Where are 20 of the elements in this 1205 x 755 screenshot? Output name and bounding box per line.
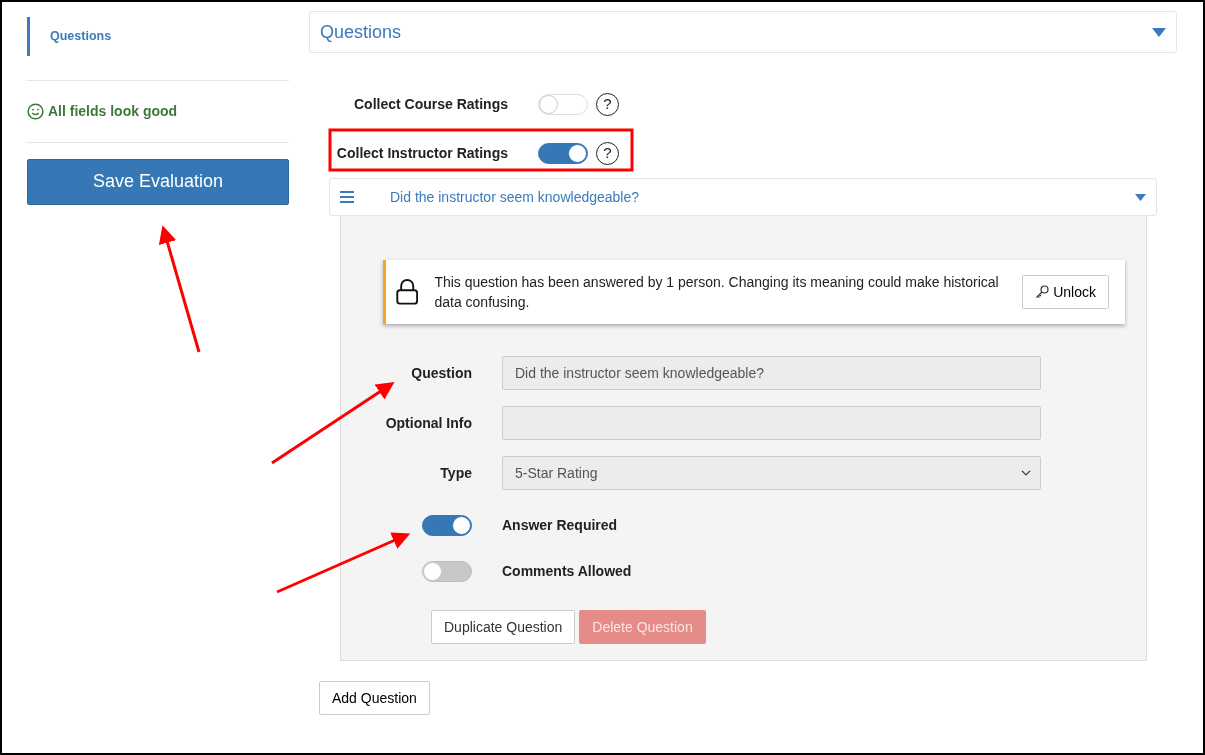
field-label: Type bbox=[439, 463, 472, 483]
add-question-button[interactable]: Add Question bbox=[319, 681, 430, 715]
sidebar-nav-item[interactable]: Questions bbox=[27, 17, 289, 56]
save-evaluation-button[interactable]: Save Evaluation bbox=[27, 158, 289, 205]
duplicate-button[interactable]: Duplicate Question bbox=[431, 610, 576, 644]
option-label: Comments Allowed bbox=[502, 561, 632, 581]
notice-message: This question has been answered by 1 person. Changing its meaning could make historical data confusing. bbox=[434, 273, 1000, 312]
input-field[interactable]: Did the instructor seem knowledgeable? bbox=[502, 356, 1041, 390]
option-label: Answer Required bbox=[502, 515, 618, 535]
question-title: Did the instructor seem knowledgeable? bbox=[390, 187, 641, 207]
question-header[interactable]: Did the instructor seem knowledgeable? bbox=[329, 178, 1157, 216]
status-message: All fields look good bbox=[48, 101, 178, 121]
setting-label: Collect Instructor Ratings bbox=[335, 143, 508, 163]
field-label: Optional Info bbox=[384, 413, 472, 433]
type-select[interactable]: 5-Star Rating bbox=[502, 456, 1041, 490]
field-label: Question bbox=[410, 363, 472, 383]
section-title: Questions bbox=[320, 20, 402, 44]
setting-label: Collect Course Ratings bbox=[352, 94, 508, 114]
unlock-button[interactable]: Unlock bbox=[1022, 275, 1109, 309]
section-header[interactable]: Questions bbox=[309, 11, 1177, 53]
